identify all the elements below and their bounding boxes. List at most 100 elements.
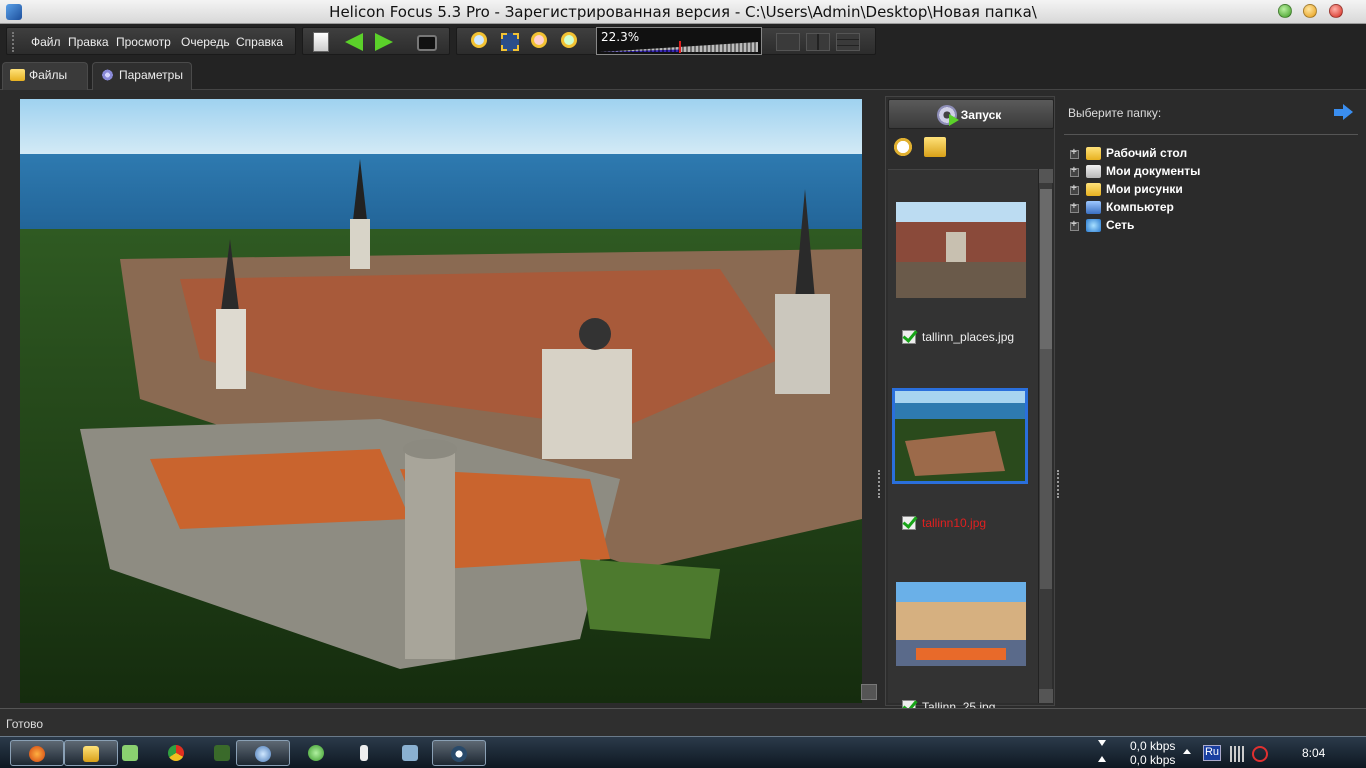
- documents-folder-icon: [1086, 165, 1101, 178]
- play-icon: [949, 114, 959, 126]
- thumbnail-selected[interactable]: [892, 388, 1028, 484]
- expand-icon[interactable]: [1070, 201, 1079, 213]
- folder-icon: [10, 69, 25, 81]
- tab-files-label: Файлы: [29, 68, 68, 82]
- file-checkbox[interactable]: [902, 330, 916, 344]
- explorer-icon: [83, 746, 99, 762]
- file-name: tallinn_places.jpg: [922, 330, 1015, 344]
- status-bar: Готово: [0, 708, 1366, 736]
- right-splitter[interactable]: [1057, 470, 1061, 498]
- open-folder-icon[interactable]: [924, 137, 946, 157]
- zoom-actual-icon[interactable]: [471, 32, 487, 48]
- upload-arrow-icon: [1098, 754, 1106, 762]
- scrollbar-thumb[interactable]: [1040, 189, 1052, 349]
- taskbar-circle-app[interactable]: [432, 740, 486, 766]
- layout-split-icon[interactable]: [806, 33, 830, 51]
- window-title: Helicon Focus 5.3 Pro - Зарегистрированн…: [329, 3, 1037, 21]
- image-preview[interactable]: [20, 99, 862, 703]
- taskbar-utorrent[interactable]: [290, 740, 344, 766]
- tree-item-label: Рабочий стол: [1106, 146, 1188, 160]
- monitor-icon: [402, 745, 418, 761]
- new-file-button[interactable]: [309, 31, 333, 53]
- menu-file[interactable]: Файл: [31, 35, 61, 49]
- tree-item-label: Компьютер: [1106, 200, 1174, 214]
- zoom-in-icon[interactable]: [561, 32, 577, 48]
- file-toolbar: [302, 27, 450, 55]
- computer-icon: [1086, 201, 1101, 214]
- forward-arrow-icon[interactable]: [375, 33, 393, 51]
- tray-expand-icon[interactable]: [1183, 749, 1191, 754]
- status-text: Готово: [6, 717, 44, 731]
- thumbnail[interactable]: [894, 580, 1028, 680]
- file-name-current: tallinn10.jpg: [922, 516, 987, 530]
- layout-rows-icon[interactable]: [836, 33, 860, 51]
- pictures-folder-icon: [1086, 183, 1101, 196]
- app-icon: [360, 745, 368, 761]
- desktop-folder-icon: [1086, 147, 1101, 160]
- expand-icon[interactable]: [1070, 147, 1079, 159]
- circle-app-icon: [451, 746, 467, 762]
- zoom-fit-icon[interactable]: [501, 33, 519, 51]
- chrome-icon: [168, 745, 184, 761]
- taskbar-helicon[interactable]: [236, 740, 290, 766]
- language-indicator[interactable]: Ru: [1203, 745, 1221, 761]
- close-button[interactable]: [1329, 4, 1343, 18]
- tab-parameters[interactable]: Параметры: [92, 62, 192, 90]
- menu-bar: Файл Правка Просмотр Очередь Справка: [6, 27, 296, 55]
- thumbnail-image-places: [896, 202, 1026, 298]
- zoom-marker[interactable]: [679, 41, 682, 53]
- tree-item-label: Мои документы: [1106, 164, 1201, 178]
- maximize-button[interactable]: [1303, 4, 1317, 18]
- download-arrow-icon: [1098, 740, 1106, 748]
- file-checkbox[interactable]: [902, 516, 916, 530]
- menu-queue[interactable]: Очередь: [181, 35, 230, 49]
- taskbar-monitor[interactable]: [384, 740, 438, 766]
- minimize-button[interactable]: [1278, 4, 1292, 18]
- signal-icon[interactable]: [1228, 746, 1244, 762]
- layout-single-icon[interactable]: [776, 33, 800, 51]
- zoom-level-slider[interactable]: 22.3%: [596, 27, 762, 55]
- expand-icon[interactable]: [1070, 165, 1079, 177]
- go-arrow-icon[interactable]: [1334, 104, 1354, 120]
- run-button[interactable]: Запуск: [888, 99, 1054, 129]
- tab-parameters-label: Параметры: [119, 68, 183, 82]
- scrollbar-track[interactable]: [1040, 349, 1052, 589]
- file-list-scrollbar[interactable]: [1038, 169, 1053, 703]
- file-list-panel: Запуск tallinn_places.jpg tallinn10.jpg …: [885, 96, 1055, 714]
- expand-icon[interactable]: [1070, 183, 1079, 195]
- divider: [1064, 134, 1358, 135]
- scroll-down-icon[interactable]: [1039, 689, 1053, 703]
- notepad-icon: [122, 745, 138, 761]
- gear-icon: [100, 69, 115, 81]
- menu-edit[interactable]: Правка: [68, 35, 109, 49]
- thumbnail-image-tallinn25: [896, 582, 1026, 666]
- clock[interactable]: 8:04: [1302, 746, 1325, 760]
- grip-icon[interactable]: [12, 32, 15, 52]
- tab-files[interactable]: Файлы: [2, 62, 88, 90]
- menu-view[interactable]: Просмотр: [116, 35, 171, 49]
- folder-tree-panel: Выберите папку: Рабочий стол Мои докумен…: [1064, 96, 1366, 706]
- left-splitter[interactable]: [878, 470, 882, 498]
- net-upload-speed: 0,0 kbps: [1130, 753, 1176, 767]
- expand-icon[interactable]: [1070, 219, 1079, 231]
- camera-icon[interactable]: [417, 35, 437, 51]
- history-icon[interactable]: [892, 137, 914, 157]
- firefox-icon: [29, 746, 45, 762]
- scroll-up-icon[interactable]: [1039, 169, 1053, 183]
- title-bar: Helicon Focus 5.3 Pro - Зарегистрированн…: [0, 0, 1366, 24]
- thumbnail[interactable]: [894, 200, 1028, 300]
- volume-muted-icon[interactable]: [1252, 746, 1268, 762]
- file-list[interactable]: tallinn_places.jpg tallinn10.jpg Tallinn…: [888, 169, 1038, 714]
- thumbnail-image-tallinn10: [895, 391, 1025, 481]
- zoom-out-icon[interactable]: [531, 32, 547, 48]
- back-arrow-icon[interactable]: [345, 33, 363, 51]
- zoom-level-text: 22.3%: [601, 30, 640, 44]
- taskbar-firefox[interactable]: [10, 740, 64, 766]
- menu-help[interactable]: Справка: [236, 35, 283, 49]
- folder-tree-header: Выберите папку:: [1068, 106, 1162, 120]
- magnifier-icon[interactable]: [861, 684, 877, 700]
- new-file-icon: [313, 32, 329, 52]
- tree-item-label: Мои рисунки: [1106, 182, 1183, 196]
- helicon-icon: [255, 746, 271, 762]
- utorrent-icon: [308, 745, 324, 761]
